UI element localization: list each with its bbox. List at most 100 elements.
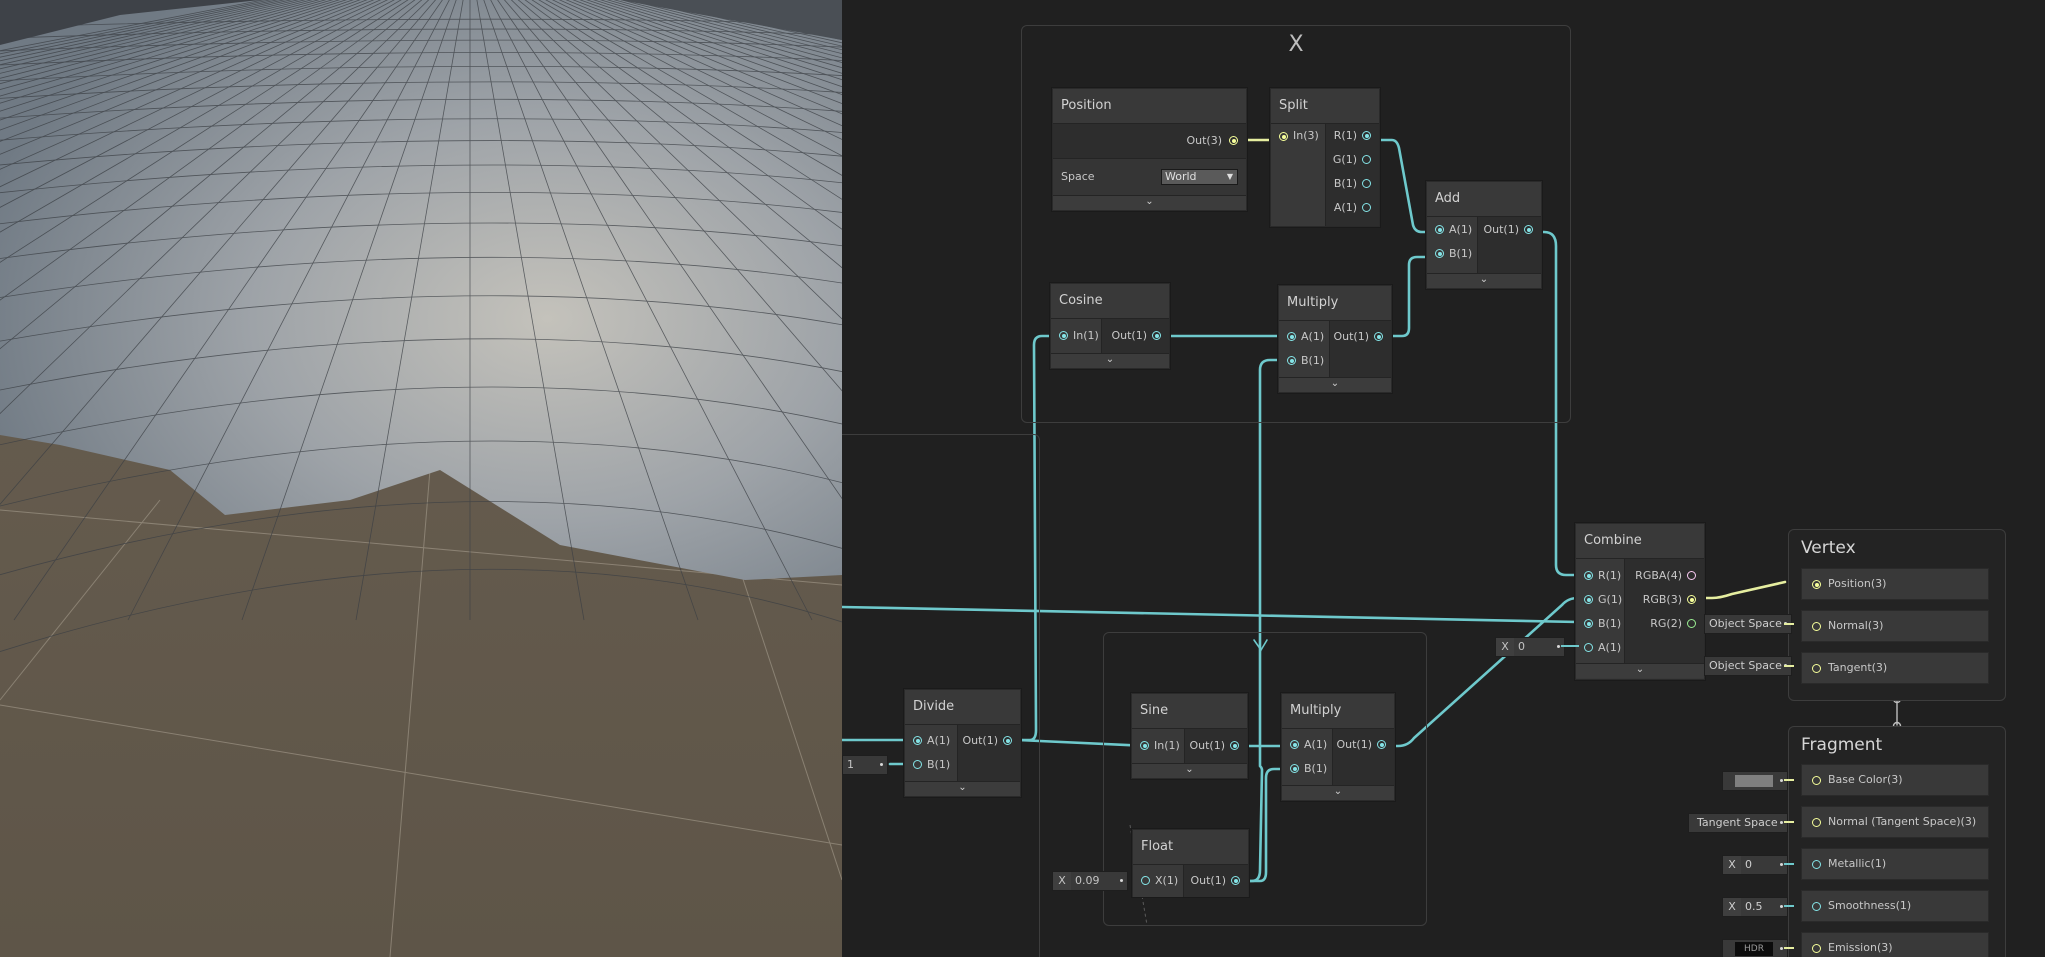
smoothness-value[interactable]: 0.5 bbox=[1741, 900, 1763, 913]
node-collapse-toggle[interactable]: ⌄ bbox=[1427, 273, 1541, 288]
add-in-b-dot[interactable] bbox=[1435, 249, 1444, 258]
multiply-top-node[interactable]: Multiply A(1) B(1) Out(1) ⌄ bbox=[1278, 285, 1392, 393]
position-out-dot[interactable] bbox=[1229, 136, 1238, 145]
slot-port-dot[interactable] bbox=[1812, 776, 1821, 785]
multiply-top-in-a-dot[interactable] bbox=[1287, 332, 1296, 341]
slot-port-dot[interactable] bbox=[1812, 860, 1821, 869]
smoothness-input[interactable]: X 0.5 bbox=[1722, 897, 1788, 917]
multiply-bottom-in-a-dot[interactable] bbox=[1290, 740, 1299, 749]
divide-b-value[interactable]: 1 bbox=[843, 756, 858, 774]
fragment-smoothness-slot[interactable]: Smoothness(1) bbox=[1801, 890, 1989, 922]
node-collapse-toggle[interactable]: ⌄ bbox=[905, 781, 1020, 796]
combine-out-rgba-dot[interactable] bbox=[1687, 571, 1696, 580]
vertex-tangent-space[interactable]: Object Space bbox=[1704, 656, 1792, 676]
node-collapse-toggle[interactable]: ⌄ bbox=[1051, 353, 1169, 368]
slot-port-dot[interactable] bbox=[1812, 944, 1821, 953]
space-dropdown[interactable]: World ▼ bbox=[1161, 169, 1238, 185]
split-out-b-dot[interactable] bbox=[1362, 179, 1371, 188]
split-out-a-dot[interactable] bbox=[1362, 203, 1371, 212]
split-out-r-dot[interactable] bbox=[1362, 131, 1371, 140]
divide-in-b-dot[interactable] bbox=[913, 760, 922, 769]
multiply-bottom-node[interactable]: Multiply A(1) B(1) Out(1) ⌄ bbox=[1281, 693, 1395, 801]
vertex-position-slot[interactable]: Position(3) bbox=[1801, 568, 1989, 600]
node-collapse-toggle[interactable]: ⌄ bbox=[1282, 785, 1394, 800]
divide-b-input[interactable]: 1 bbox=[842, 755, 888, 775]
fragment-normal-slot[interactable]: Normal (Tangent Space)(3) bbox=[1801, 806, 1989, 838]
vertex-stack[interactable]: Vertex Position(3) Normal(3) Tangent(3) bbox=[1788, 529, 2006, 701]
node-collapse-toggle[interactable]: ⌄ bbox=[1279, 377, 1391, 392]
add-out-dot[interactable] bbox=[1524, 225, 1533, 234]
fragment-base-color-slot[interactable]: Base Color(3) bbox=[1801, 764, 1989, 796]
vertex-normal-slot[interactable]: Normal(3) bbox=[1801, 610, 1989, 642]
divide-in-a-dot[interactable] bbox=[913, 736, 922, 745]
combine-in-a-dot[interactable] bbox=[1584, 643, 1593, 652]
float-x-input[interactable]: X 0.09 bbox=[1052, 871, 1128, 891]
node-collapse-toggle[interactable]: ⌄ bbox=[1132, 763, 1247, 778]
node-title[interactable]: Multiply bbox=[1279, 286, 1391, 321]
float-x-value[interactable]: 0.09 bbox=[1071, 872, 1104, 890]
node-title[interactable]: Float bbox=[1133, 830, 1248, 865]
metallic-value[interactable]: 0 bbox=[1741, 858, 1752, 871]
slot-port-dot[interactable] bbox=[1812, 818, 1821, 827]
cosine-node[interactable]: Cosine In(1) Out(1) ⌄ bbox=[1050, 283, 1170, 369]
node-title[interactable]: Split bbox=[1271, 89, 1379, 124]
split-in-dot[interactable] bbox=[1279, 132, 1288, 141]
fragment-emission-slot[interactable]: Emission(3) bbox=[1801, 932, 1989, 957]
sine-in-dot[interactable] bbox=[1140, 741, 1149, 750]
slot-port-dot[interactable] bbox=[1812, 580, 1821, 589]
combine-node[interactable]: Combine R(1) G(1) B(1) A(1) RGBA(4) RGB(… bbox=[1575, 523, 1705, 680]
slot-port-dot[interactable] bbox=[1812, 622, 1821, 631]
cosine-in-dot[interactable] bbox=[1059, 331, 1068, 340]
vertex-normal-space[interactable]: Object Space bbox=[1704, 614, 1792, 634]
combine-in-r-dot[interactable] bbox=[1584, 571, 1593, 580]
add-node[interactable]: Add A(1) B(1) Out(1) ⌄ bbox=[1426, 181, 1542, 289]
node-title[interactable]: Position bbox=[1053, 89, 1246, 124]
split-out-g-dot[interactable] bbox=[1362, 155, 1371, 164]
space-label: Space bbox=[1061, 170, 1095, 183]
emission-color-field[interactable]: HDR bbox=[1722, 939, 1788, 957]
vertex-tangent-slot[interactable]: Tangent(3) bbox=[1801, 652, 1989, 684]
cosine-out-dot[interactable] bbox=[1152, 331, 1161, 340]
combine-a-input[interactable]: X0 bbox=[1495, 637, 1565, 657]
sine-node[interactable]: Sine In(1) Out(1) ⌄ bbox=[1131, 693, 1248, 779]
multiply-top-out-dot[interactable] bbox=[1374, 332, 1383, 341]
slot-port-dot[interactable] bbox=[1812, 902, 1821, 911]
combine-a-value[interactable]: 0 bbox=[1514, 638, 1529, 656]
metallic-input[interactable]: X0 bbox=[1722, 855, 1788, 875]
sine-out-dot[interactable] bbox=[1230, 741, 1239, 750]
base-color-swatch-field[interactable] bbox=[1722, 771, 1788, 791]
multiply-bottom-in-b-dot[interactable] bbox=[1290, 764, 1299, 773]
color-swatch[interactable] bbox=[1735, 775, 1773, 787]
node-title[interactable]: Sine bbox=[1132, 694, 1247, 729]
fragment-normal-space[interactable]: Tangent Space bbox=[1688, 813, 1788, 833]
divide-node[interactable]: Divide A(1) B(1) Out(1) ⌄ bbox=[904, 689, 1021, 797]
node-title[interactable]: Divide bbox=[905, 690, 1020, 725]
float-node[interactable]: Float X(1) Out(1) bbox=[1132, 829, 1249, 897]
hdr-swatch[interactable]: HDR bbox=[1735, 942, 1773, 956]
multiply-bottom-out-dot[interactable] bbox=[1377, 740, 1386, 749]
shader-graph-canvas[interactable]: X Position Out(3) Space World ▼ ⌄ Split … bbox=[842, 0, 2045, 957]
fragment-metallic-slot[interactable]: Metallic(1) bbox=[1801, 848, 1989, 880]
multiply-top-in-b-dot[interactable] bbox=[1287, 356, 1296, 365]
fragment-stack[interactable]: Fragment Base Color(3) Normal (Tangent S… bbox=[1788, 726, 2006, 957]
node-title[interactable]: Combine bbox=[1576, 524, 1704, 559]
position-node[interactable]: Position Out(3) Space World ▼ ⌄ bbox=[1052, 88, 1247, 211]
position-out-port[interactable]: Out(3) bbox=[1186, 129, 1222, 153]
group-title[interactable]: X bbox=[1022, 32, 1570, 57]
node-title[interactable]: Multiply bbox=[1282, 694, 1394, 729]
divide-out-dot[interactable] bbox=[1003, 736, 1012, 745]
node-title[interactable]: Add bbox=[1427, 182, 1541, 217]
scene-viewport[interactable] bbox=[0, 0, 842, 957]
combine-in-g-dot[interactable] bbox=[1584, 595, 1593, 604]
slot-port-dot[interactable] bbox=[1812, 664, 1821, 673]
float-in-dot[interactable] bbox=[1141, 876, 1150, 885]
add-in-a-dot[interactable] bbox=[1435, 225, 1444, 234]
node-title[interactable]: Cosine bbox=[1051, 284, 1169, 319]
combine-in-b-dot[interactable] bbox=[1584, 619, 1593, 628]
node-collapse-toggle[interactable]: ⌄ bbox=[1576, 663, 1704, 678]
float-out-dot[interactable] bbox=[1231, 876, 1240, 885]
combine-out-rgb-dot[interactable] bbox=[1687, 595, 1696, 604]
combine-out-rg-dot[interactable] bbox=[1687, 619, 1696, 628]
split-node[interactable]: Split In(3) R(1) G(1) B(1) A(1) bbox=[1270, 88, 1380, 227]
node-collapse-toggle[interactable]: ⌄ bbox=[1053, 195, 1246, 210]
